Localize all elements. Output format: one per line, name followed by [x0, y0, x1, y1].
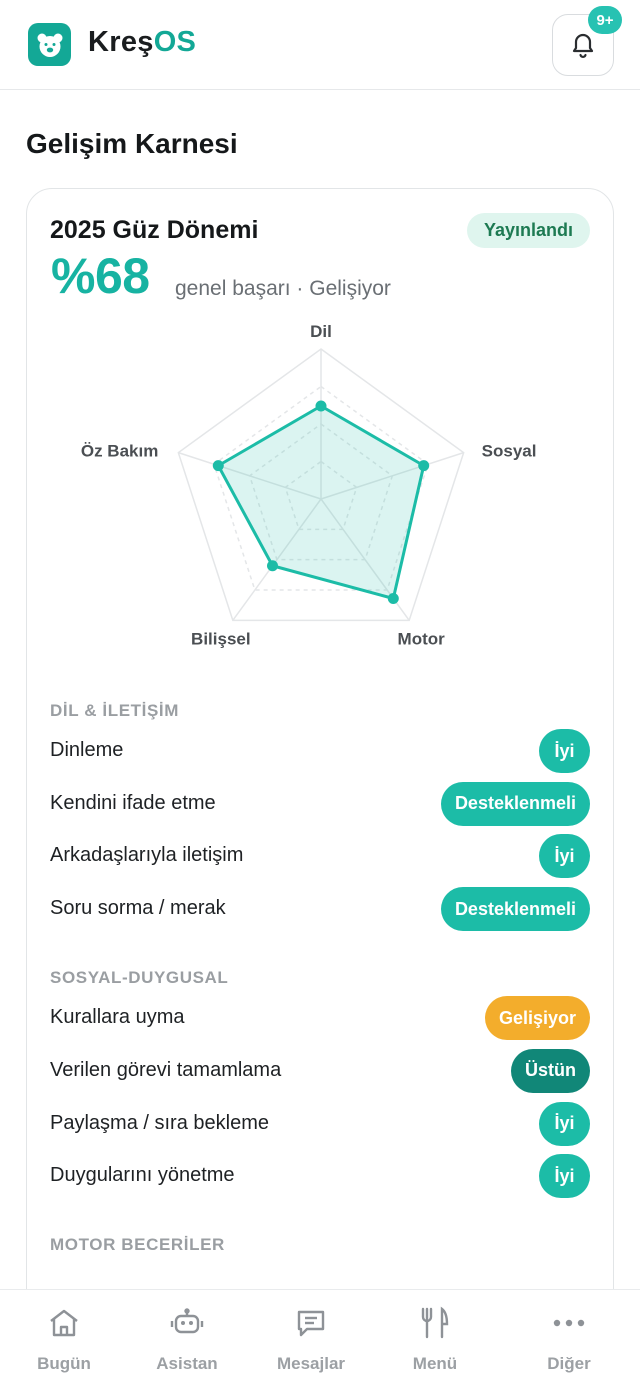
notification-badge: 9+ [588, 6, 622, 34]
skill-label: Arkadaşlarıyla iletişim [50, 844, 244, 867]
rating-badge: İyi [539, 834, 590, 879]
page-title: Gelişim Karnesi [26, 128, 238, 159]
skill-label: Verilen görevi tamamlama [50, 1058, 282, 1081]
overall-score: %68 [51, 248, 150, 304]
development-radar-chart: Dil Sosyal Motor Bilişsel Öz Bakım [81, 322, 537, 648]
rating-badge: İyi [539, 729, 590, 773]
home-icon [0, 1304, 128, 1342]
radar-point [267, 560, 279, 572]
skill-label: Paylaşma / sıra bekleme [50, 1111, 269, 1134]
radar-axis-label: Sosyal [482, 442, 537, 461]
nav-item-bugun[interactable]: Bugün [0, 1290, 128, 1391]
skill-label: Kendini ifade etme [50, 791, 216, 814]
rating-badge: İyi [539, 1101, 590, 1146]
radar-axis-label: Dil [310, 322, 332, 341]
bear-logo-icon [28, 23, 71, 66]
nav-item-asistan[interactable]: Asistan [123, 1290, 251, 1391]
nav-label: Mesajlar [276, 1354, 346, 1373]
skill-label: Kurallara uyma [50, 1006, 185, 1029]
score-caption: genel başarı · Gelişiyor [175, 277, 391, 300]
nav-label: Menü [412, 1354, 458, 1373]
message-icon [247, 1304, 375, 1342]
skill-label: Duygularını yönetme [50, 1164, 235, 1187]
bell-icon [572, 33, 594, 58]
robot-icon [123, 1304, 251, 1342]
brand-name: KreşOS [88, 26, 197, 58]
skill-label: Soru sorma / merak [50, 897, 226, 920]
bottom-nav: Bugün Asistan Mesajlar Menü Diğer [0, 1289, 640, 1391]
nav-label: Bugün [37, 1354, 91, 1373]
rating-badge: İyi [539, 1154, 590, 1199]
rating-badge: Desteklenmeli [440, 781, 590, 826]
rating-badge: Gelişiyor [484, 996, 590, 1041]
radar-axis-label: Öz Bakım [81, 442, 158, 461]
rating-badge: Üstün [511, 1048, 590, 1093]
term-title: 2025 Güz Dönemi [50, 216, 259, 244]
nav-item-diger[interactable]: Diğer [505, 1290, 633, 1391]
radar-point [212, 460, 224, 472]
report-card: 2025 Güz Dönemi Yayınlandı %68 genel baş… [26, 188, 614, 1338]
nav-item-mesajlar[interactable]: Mesajlar [247, 1290, 375, 1391]
radar-axis-label: Bilişsel [191, 629, 251, 648]
radar-point [315, 400, 327, 412]
nav-item-menu[interactable]: Menü [371, 1290, 499, 1391]
radar-data-area [216, 404, 426, 601]
radar-point [387, 593, 399, 605]
radar-point [418, 460, 430, 472]
section-title: DİL & İLETİŞİM [50, 701, 179, 720]
radar-axis-label: Motor [398, 629, 446, 648]
nav-label: Asistan [156, 1354, 218, 1373]
section-title: SOSYAL-DUYGUSAL [50, 968, 229, 988]
section-title: MOTOR BECERİLER [50, 1235, 225, 1255]
fork-knife-icon [371, 1304, 499, 1342]
nav-label: Diğer [547, 1354, 591, 1373]
app-header: KreşOS 9+ [0, 0, 640, 90]
skill-label: Dinleme [50, 739, 124, 761]
more-icon [505, 1304, 633, 1342]
status-badge: Yayınlandı [466, 213, 590, 248]
rating-badge: Desteklenmeli [440, 887, 590, 932]
